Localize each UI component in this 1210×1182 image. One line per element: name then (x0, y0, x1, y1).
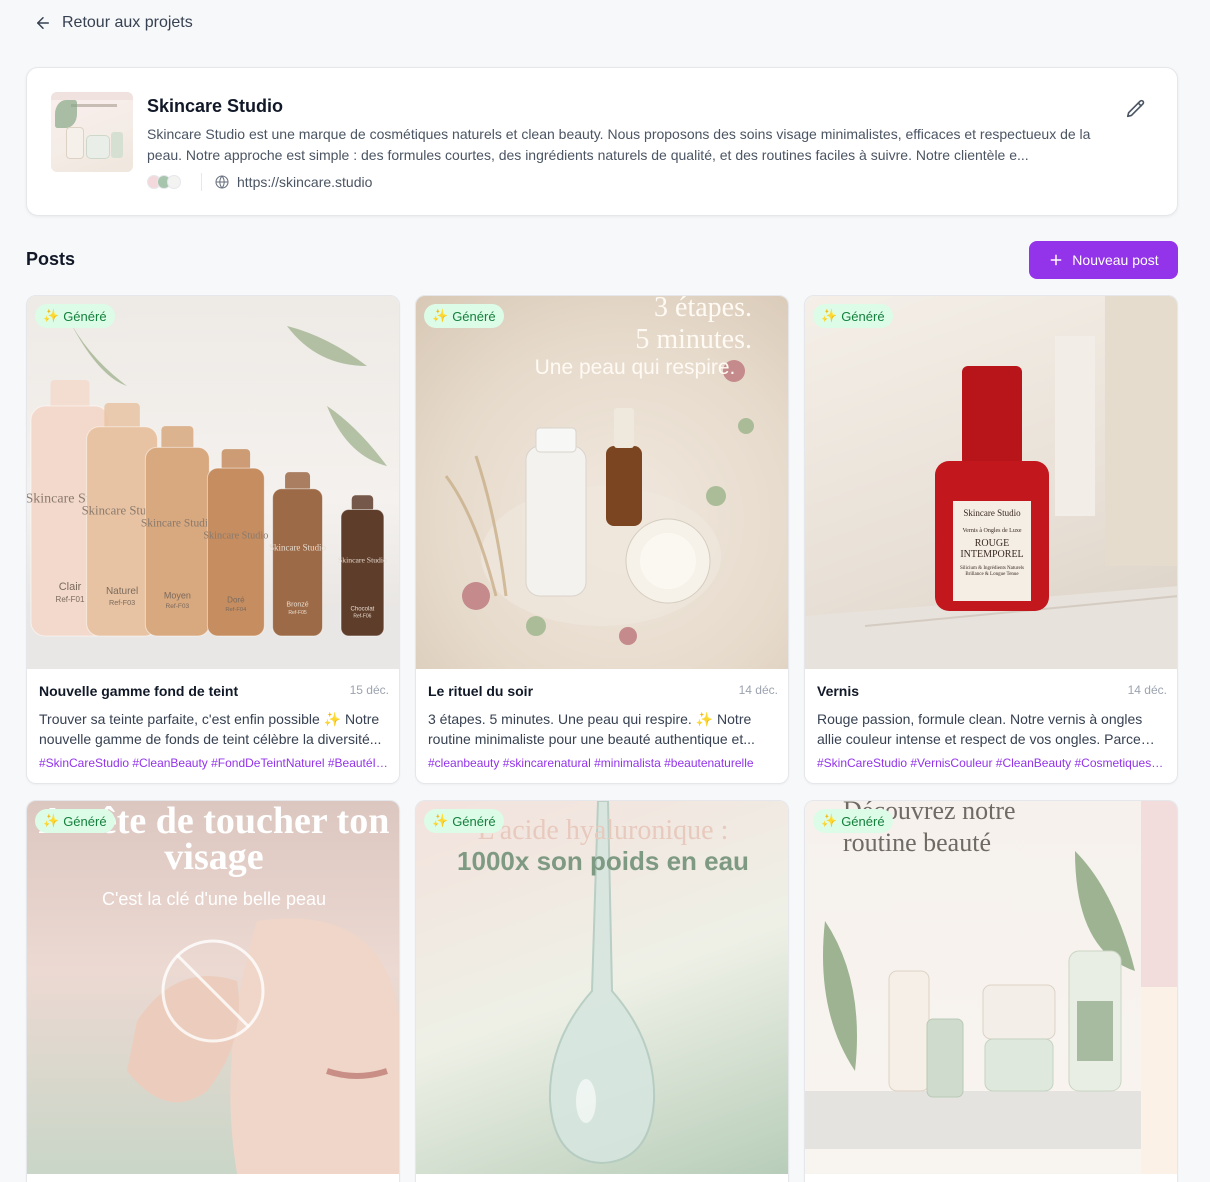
bottle-shade-label: Clair (59, 581, 82, 593)
post-title: Nouvelle gamme fond de teint (39, 683, 239, 699)
post-image: L'acide hyaluronique : 1000x son poids e… (416, 801, 788, 1174)
bottle-shade-label: Naturel (106, 586, 138, 597)
overlay-line: Une peau qui respire. (534, 356, 736, 379)
project-description: Skincare Studio est une marque de cosmét… (147, 126, 1091, 163)
palette-swatch (167, 175, 181, 189)
sparkles-icon: ✨ (821, 308, 838, 323)
label-product: ROUGE INTEMPOREL (960, 538, 1024, 560)
post-date: 15 déc. (349, 683, 389, 697)
post-card[interactable]: L'acide hyaluronique : 1000x son poids e… (415, 800, 789, 1182)
label-brand: Skincare Studio (963, 508, 1021, 518)
pencil-icon (1126, 99, 1145, 118)
bottle-shade-label: Moyen (164, 590, 191, 600)
arrow-left-icon (37, 17, 49, 29)
new-post-label: Nouveau post (1072, 252, 1159, 268)
back-link-label: Retour aux projets (62, 14, 193, 31)
sparkles-icon: ✨ (821, 813, 838, 828)
post-image: Découvrez notre routine beauté ✨ Généré (805, 801, 1177, 1174)
post-card[interactable]: Skincare Studio Clair Ref-F01 Skincare Stud… (26, 295, 400, 784)
post-card[interactable]: Skincare Studio Vernis à Ongles de Luxe … (804, 295, 1178, 784)
post-date: 14 déc. (738, 683, 778, 697)
brand-palette (147, 175, 181, 189)
foundation-bottle: Skincare Studio ChocolatRef-F06 (338, 495, 387, 637)
bottle-brand-label: Skincare Studio (269, 543, 326, 553)
project-name: Skincare Studio (147, 96, 284, 116)
bottle-ref-label: Ref-F05 (288, 610, 307, 616)
website-url: https://skincare.studio (237, 174, 373, 190)
post-card[interactable]: Découvrez notre routine beauté ✨ Généré (804, 800, 1178, 1182)
bottle-ref-label: Ref-F01 (56, 595, 85, 604)
back-to-projects-link[interactable]: Retour aux projets (34, 12, 193, 34)
bottle-ref-label: Ref-F06 (353, 613, 371, 619)
globe-icon (215, 175, 229, 189)
overlay-line: 3 étapes. (654, 296, 752, 323)
post-card[interactable]: Arrête de toucher ton visage C'est la cl… (26, 800, 400, 1182)
bottle-brand-label: Skincare Studio (203, 531, 268, 542)
bottle-brand-label: Skincare Studio (338, 556, 387, 565)
bottle-ref-label: Ref-F03 (166, 603, 190, 610)
overlay-subline: C'est la clé d'une belle peau (101, 889, 327, 909)
overlay-line: 5 minutes. (635, 324, 752, 355)
overlay-line: 1000x son poids en eau (457, 846, 749, 876)
bottle-ref-label: Ref-F04 (225, 607, 247, 613)
label-note: Silicium & Ingrédients Naturels Brillanc… (959, 566, 1025, 577)
post-hashtags: #SkinCareStudio #CleanBeauty #FondDeTein… (39, 756, 389, 770)
project-website[interactable]: https://skincare.studio (214, 174, 372, 190)
project-thumbnail (51, 92, 133, 172)
post-caption: Rouge passion, formule clean. Notre vern… (817, 711, 1143, 747)
project-card: Skincare Studio Skincare Studio est une … (26, 67, 1178, 216)
post-image: Skincare Studio Vernis à Ongles de Luxe … (805, 296, 1177, 669)
sparkles-icon: ✨ (432, 813, 449, 828)
sparkles-icon: ✨ (43, 308, 60, 323)
generated-badge: ✨ Généré (424, 304, 504, 328)
bottle-shade-label: Bronzé (286, 602, 308, 609)
project-meta: https://skincare.studio (147, 172, 372, 192)
post-hashtags: #cleanbeauty #skincarenatural #minimalis… (428, 756, 754, 770)
post-image: Skincare Studio Clair Ref-F01 Skincare Stud… (27, 296, 399, 669)
foundation-bottle: Skincare Studio BronzéRef-F05 (269, 472, 327, 637)
post-date: 14 déc. (1127, 683, 1167, 697)
foundation-bottles-illustration: Skincare Studio Clair Ref-F01 Skincare Stud… (27, 316, 399, 669)
generated-badge: ✨ Généré (424, 809, 504, 833)
post-image: 3 étapes. 5 minutes. Une peau qui respir… (416, 296, 788, 669)
bottle-ref-label: Ref-F03 (109, 598, 135, 607)
bottle-shade-label: Chocolat (351, 607, 375, 613)
bottle-brand-label: Skincare Studio (141, 518, 214, 530)
sparkles-icon: ✨ (43, 813, 60, 828)
generated-badge: ✨ Généré (813, 304, 893, 328)
generated-badge: ✨ Généré (35, 809, 115, 833)
post-title: Vernis (817, 683, 860, 699)
sparkles-icon: ✨ (432, 308, 449, 323)
nail-polish-illustration (805, 296, 1177, 669)
edit-project-button[interactable] (1125, 98, 1147, 120)
label-subtitle: Vernis à Ongles de Luxe (962, 528, 1022, 534)
post-hashtags: #SkinCareStudio #VernisCouleur #CleanBea… (817, 756, 1167, 770)
post-image: Arrête de toucher ton visage C'est la cl… (27, 801, 399, 1174)
generated-badge: ✨ Généré (813, 809, 893, 833)
post-caption: Trouver sa teinte parfaite, c'est enfin … (39, 711, 382, 747)
posts-section-title: Posts (26, 249, 76, 269)
generated-badge: ✨ Généré (35, 304, 115, 328)
plus-icon (1050, 254, 1062, 266)
post-caption: 3 étapes. 5 minutes. Une peau qui respir… (428, 711, 755, 747)
post-title: Le rituel du soir (428, 683, 534, 699)
post-card[interactable]: 3 étapes. 5 minutes. Une peau qui respir… (415, 295, 789, 784)
foundation-bottle: Skincare Studio Doré Ref-F04 (203, 449, 268, 637)
divider (201, 173, 202, 191)
bottle-shade-label: Doré (227, 595, 245, 604)
new-post-button[interactable]: Nouveau post (1029, 241, 1178, 279)
